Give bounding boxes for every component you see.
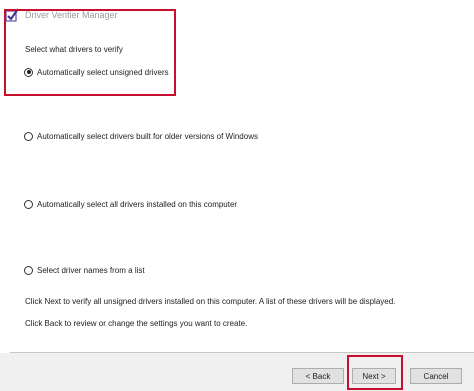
radio-button[interactable] bbox=[24, 265, 33, 275]
option-label: Automatically select unsigned drivers bbox=[37, 67, 169, 77]
window-title: Driver Verifier Manager bbox=[25, 10, 118, 20]
button-bar bbox=[0, 353, 474, 391]
select-drivers-label: Select what drivers to verify bbox=[25, 45, 123, 54]
radio-button[interactable] bbox=[24, 131, 33, 141]
option-unsigned-drivers[interactable]: Automatically select unsigned drivers bbox=[24, 65, 169, 79]
option-label: Automatically select drivers built for o… bbox=[37, 131, 258, 141]
info-text-next: Click Next to verify all unsigned driver… bbox=[25, 297, 396, 306]
option-older-windows-drivers[interactable]: Automatically select drivers built for o… bbox=[24, 129, 258, 143]
back-button[interactable]: < Back bbox=[292, 368, 344, 384]
option-driver-names-list[interactable]: Select driver names from a list bbox=[24, 263, 145, 277]
cancel-button[interactable]: Cancel bbox=[410, 368, 462, 384]
radio-button[interactable] bbox=[24, 199, 33, 209]
option-all-drivers[interactable]: Automatically select all drivers install… bbox=[24, 197, 237, 211]
radio-button-selected[interactable] bbox=[24, 67, 33, 77]
title-bar: Driver Verifier Manager bbox=[0, 0, 474, 27]
next-button[interactable]: Next > bbox=[352, 368, 396, 384]
option-label: Select driver names from a list bbox=[37, 265, 145, 275]
info-text-back: Click Back to review or change the setti… bbox=[25, 319, 248, 328]
option-label: Automatically select all drivers install… bbox=[37, 199, 238, 209]
driver-verifier-window: Driver Verifier Manager Select what driv… bbox=[0, 0, 474, 391]
driver-verifier-app-icon bbox=[5, 8, 19, 22]
